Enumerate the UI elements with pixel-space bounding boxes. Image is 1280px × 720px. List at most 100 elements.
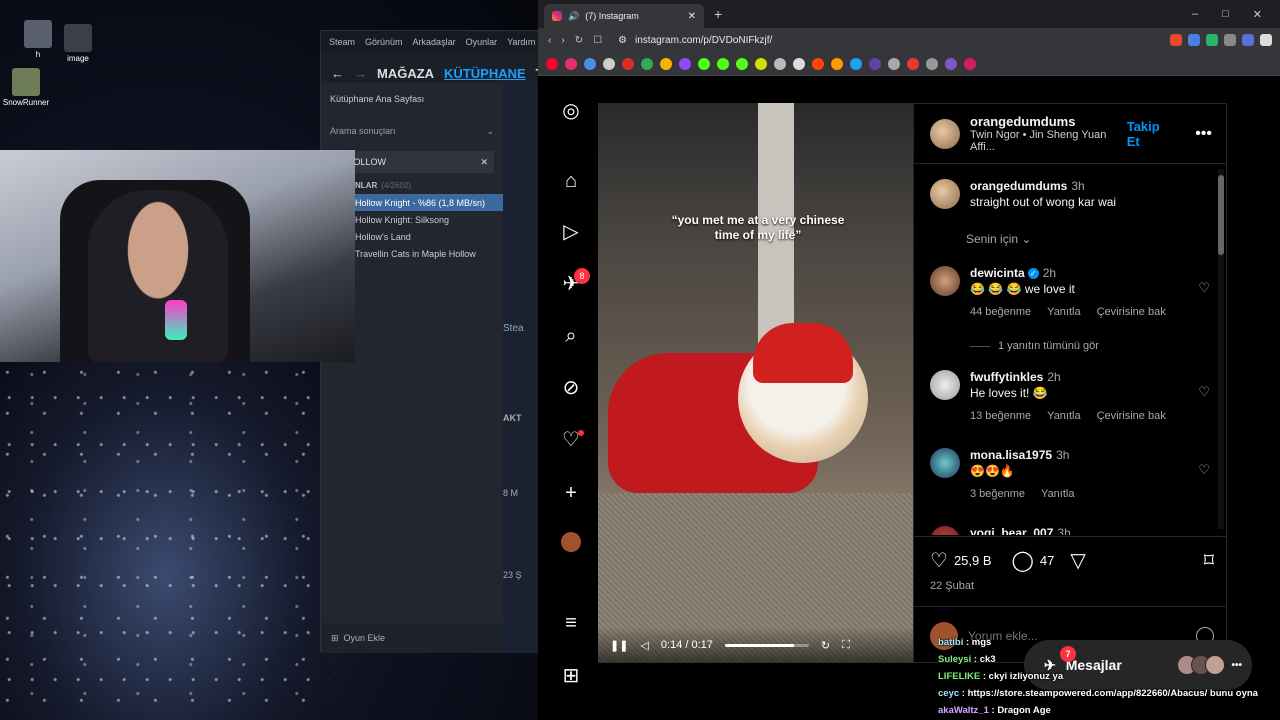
address-bar[interactable]: ⚙ instagram.com/p/DVDoNIFkzjf/ bbox=[612, 31, 1013, 49]
bookmark-youtube-icon[interactable] bbox=[546, 57, 558, 70]
forward-arrow-icon[interactable]: → bbox=[354, 66, 367, 81]
comment-likes[interactable]: 44 beğenme bbox=[970, 306, 1031, 318]
more-options-icon[interactable]: ••• bbox=[1181, 125, 1226, 143]
follow-button[interactable]: Takip Et bbox=[1127, 119, 1171, 149]
commenter-avatar[interactable] bbox=[930, 526, 960, 535]
bookmark-icon[interactable]: ☐ bbox=[593, 35, 602, 46]
bookmark-icon[interactable] bbox=[907, 57, 919, 70]
bookmark-icon[interactable] bbox=[755, 57, 767, 70]
steam-library-home[interactable]: Kütüphane Ana Sayfası bbox=[321, 83, 503, 115]
speaker-icon[interactable]: 🔊 bbox=[568, 11, 579, 22]
extension-icon[interactable] bbox=[1206, 34, 1218, 46]
site-info-icon[interactable]: ⚙ bbox=[618, 35, 627, 46]
steam-menu-item[interactable]: Steam bbox=[329, 37, 355, 47]
close-window-icon[interactable]: ✕ bbox=[1253, 8, 1262, 21]
steam-menu-item[interactable]: Görünüm bbox=[365, 37, 403, 47]
bookmark-icon[interactable] bbox=[774, 57, 786, 70]
maximize-icon[interactable]: □ bbox=[1222, 8, 1229, 21]
fullscreen-icon[interactable]: ⛶ bbox=[842, 639, 850, 652]
sort-dropdown[interactable]: Senin için ⌄ bbox=[966, 232, 1031, 246]
explore-icon[interactable]: ⊘ bbox=[558, 375, 584, 401]
bookmark-icon[interactable] bbox=[850, 57, 862, 70]
bookmark-instagram-icon[interactable] bbox=[565, 57, 577, 70]
comment-likes[interactable]: 3 beğenme bbox=[970, 488, 1025, 500]
home-icon[interactable]: ⌂ bbox=[558, 168, 584, 194]
forward-icon[interactable]: › bbox=[561, 35, 564, 46]
scrollbar-thumb[interactable] bbox=[1218, 175, 1224, 255]
bookmark-amazon-icon[interactable] bbox=[831, 57, 843, 70]
caption-username[interactable]: orangedumdums bbox=[970, 179, 1067, 193]
steam-menu-item[interactable]: Oyunlar bbox=[466, 37, 498, 47]
author-avatar[interactable] bbox=[930, 179, 960, 209]
extension-icon[interactable] bbox=[1242, 34, 1254, 46]
reply-button[interactable]: Yanıtla bbox=[1041, 488, 1074, 500]
share-icon[interactable]: ▽ bbox=[1070, 548, 1085, 573]
comment-username[interactable]: dewicinta bbox=[970, 266, 1025, 280]
comment-likes[interactable]: 13 beğenme bbox=[970, 410, 1031, 422]
steam-add-game-button[interactable]: ⊞ Oyun Ekle bbox=[321, 623, 503, 653]
bookmark-icon[interactable] bbox=[584, 57, 596, 70]
bookmark-x-icon[interactable] bbox=[793, 57, 805, 70]
bookmark-reddit-icon[interactable] bbox=[812, 57, 824, 70]
commenter-avatar[interactable] bbox=[930, 448, 960, 478]
like-comment-icon[interactable]: ♡ bbox=[1198, 280, 1210, 296]
extension-icon[interactable] bbox=[1188, 34, 1200, 46]
steam-menu-item[interactable]: Yardım bbox=[507, 37, 535, 47]
bookmark-twitch-icon[interactable] bbox=[679, 57, 691, 70]
close-tab-icon[interactable]: ✕ bbox=[688, 11, 696, 22]
steam-results-dropdown[interactable]: Arama sonuçları ⌄ bbox=[321, 115, 503, 147]
commenter-avatar[interactable] bbox=[930, 370, 960, 400]
search-icon[interactable]: ⌕ bbox=[558, 323, 584, 349]
reply-button[interactable]: Yanıtla bbox=[1047, 410, 1080, 422]
instagram-logo-icon[interactable]: ◎ bbox=[558, 98, 584, 124]
comment-icon[interactable]: ◯ bbox=[1012, 548, 1034, 573]
view-replies-button[interactable]: 1 yanıtın tümünü gör bbox=[970, 340, 1099, 352]
desktop-icon-snowrunner[interactable]: SnowRunner bbox=[0, 68, 56, 107]
more-menu-icon[interactable]: ≡ bbox=[558, 610, 584, 636]
steam-menu-item[interactable]: Arkadaşlar bbox=[413, 37, 456, 47]
comment-username[interactable]: mona.lisa1975 bbox=[970, 448, 1052, 462]
like-comment-icon[interactable]: ♡ bbox=[1198, 462, 1210, 478]
minimize-icon[interactable]: – bbox=[1192, 8, 1198, 21]
bookmark-icon[interactable] bbox=[964, 57, 976, 70]
replay-icon[interactable]: ↻ bbox=[821, 639, 830, 652]
comment-username[interactable]: fwuffytinkles bbox=[970, 370, 1043, 384]
author-avatar[interactable] bbox=[930, 118, 960, 149]
like-icon[interactable]: ♡ bbox=[930, 548, 948, 573]
comments-scrollbar[interactable] bbox=[1218, 169, 1224, 529]
also-from-meta-icon[interactable]: ⊞ bbox=[558, 663, 584, 689]
like-comment-icon[interactable]: ♡ bbox=[1198, 384, 1210, 400]
commenter-avatar[interactable] bbox=[930, 266, 960, 296]
bookmark-gmail-icon[interactable] bbox=[622, 57, 634, 70]
create-icon[interactable]: + bbox=[558, 480, 584, 506]
volume-icon[interactable]: ◁ bbox=[640, 639, 648, 652]
desktop-icon-image[interactable]: image bbox=[48, 24, 108, 63]
comment-username[interactable]: yogi_bear_007 bbox=[970, 526, 1053, 535]
bookmark-icon[interactable] bbox=[926, 57, 938, 70]
browser-tab-instagram[interactable]: 🔊 (7) Instagram ✕ bbox=[544, 4, 704, 28]
video-progress-bar[interactable] bbox=[724, 643, 809, 647]
bookmark-icon[interactable] bbox=[888, 57, 900, 70]
pause-icon[interactable]: ❚❚ bbox=[610, 639, 628, 652]
back-arrow-icon[interactable]: ← bbox=[331, 66, 344, 81]
steam-store-tab[interactable]: MAĞAZA bbox=[377, 66, 434, 81]
bookmark-drive-icon[interactable] bbox=[641, 57, 653, 70]
steam-library-tab[interactable]: KÜTÜPHANE bbox=[444, 66, 526, 81]
extension-icon[interactable] bbox=[1224, 34, 1236, 46]
translate-button[interactable]: Çevirisine bak bbox=[1097, 306, 1166, 318]
clear-icon[interactable]: ✕ bbox=[480, 157, 488, 168]
brave-shield-icon[interactable] bbox=[1170, 34, 1182, 46]
bookmark-kick-icon[interactable] bbox=[736, 57, 748, 70]
reply-button[interactable]: Yanıtla bbox=[1047, 306, 1080, 318]
save-icon[interactable]: ⌑ bbox=[1204, 548, 1214, 573]
bookmark-icon[interactable] bbox=[945, 57, 957, 70]
reload-icon[interactable]: ↻ bbox=[575, 35, 583, 46]
bookmark-icon[interactable] bbox=[660, 57, 672, 70]
reels-icon[interactable]: ▷ bbox=[558, 219, 584, 245]
profile-avatar[interactable] bbox=[558, 532, 584, 558]
like-count[interactable]: 25,9 B bbox=[954, 553, 992, 568]
new-tab-icon[interactable]: + bbox=[714, 6, 722, 22]
translate-button[interactable]: Çevirisine bak bbox=[1097, 410, 1166, 422]
author-username[interactable]: orangedumdums bbox=[970, 114, 1117, 129]
bookmark-icon[interactable] bbox=[869, 57, 881, 70]
